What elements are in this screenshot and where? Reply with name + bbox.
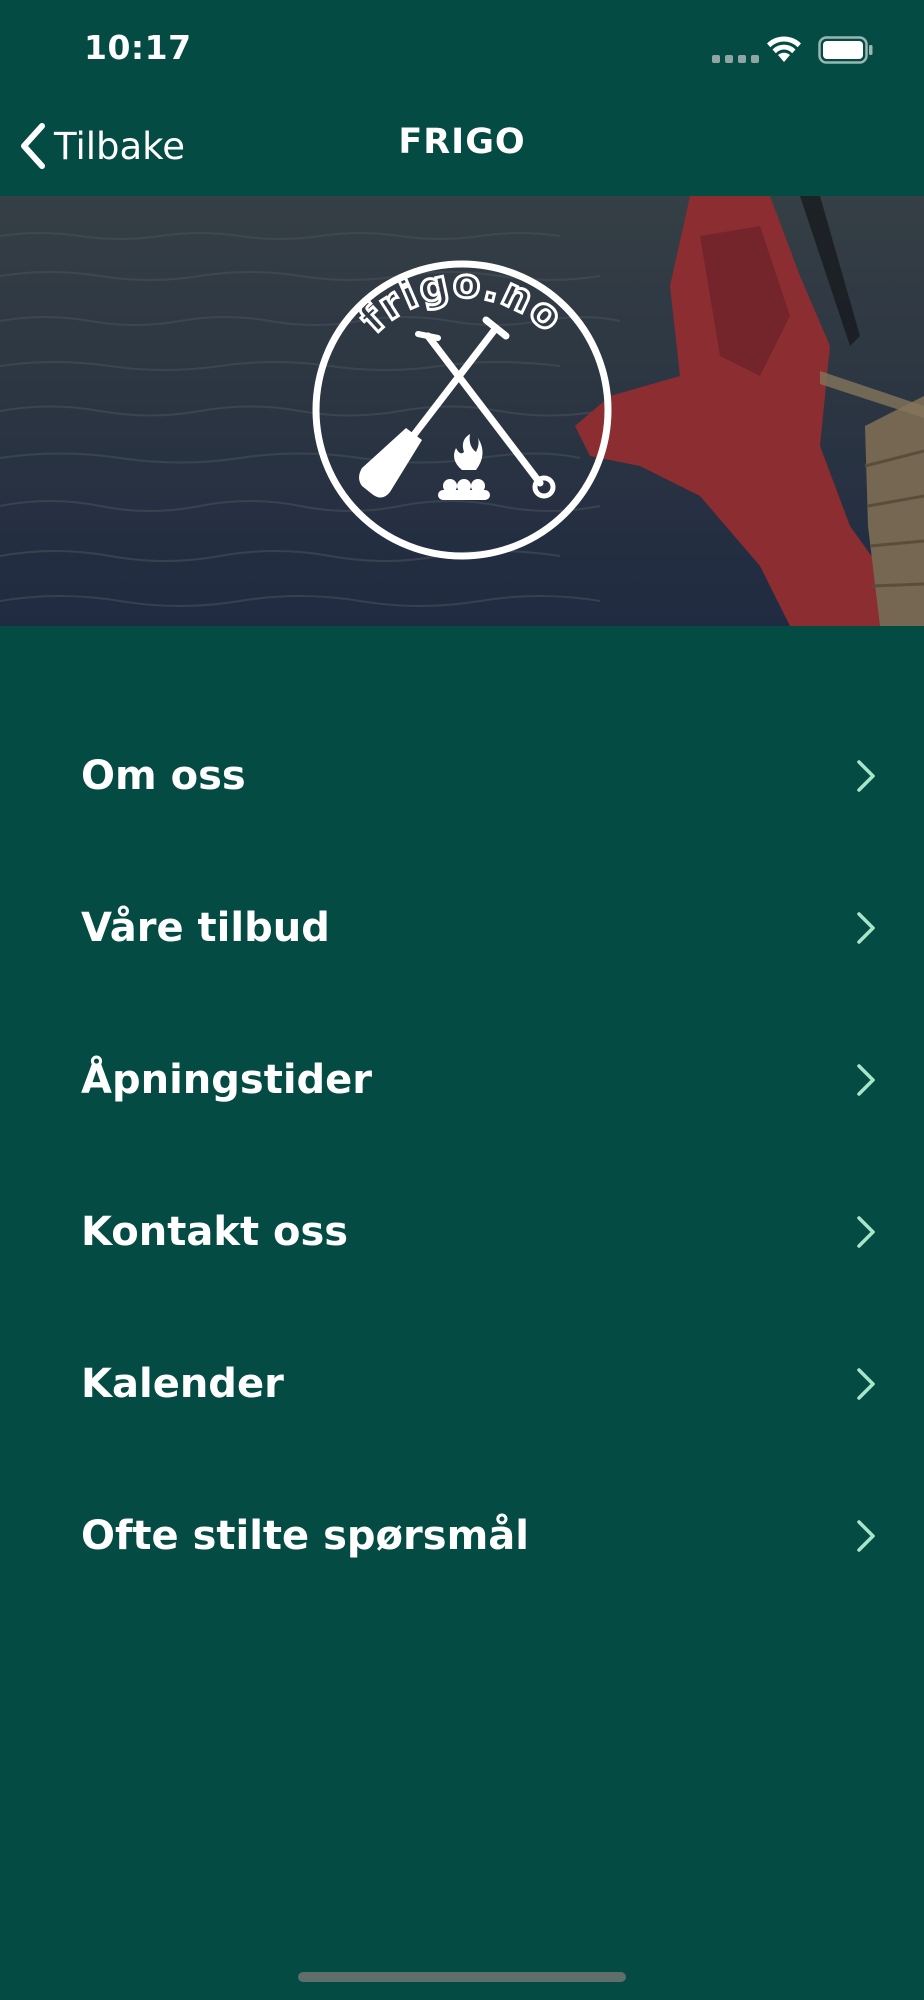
home-indicator[interactable] [298,1972,626,1982]
status-time: 10:17 [84,28,192,67]
menu-item-kontakt-oss[interactable]: Kontakt oss [0,1156,924,1308]
menu-item-vare-tilbud[interactable]: Våre tilbud [0,852,924,1004]
menu-item-label: Kalender [81,1361,284,1407]
svg-text:frigo.no: frigo.no [351,261,572,342]
frigo-logo: frigo.no [312,259,612,560]
menu-item-faq[interactable]: Ofte stilte spørsmål [0,1460,924,1612]
chevron-right-icon [857,1064,875,1096]
menu-item-label: Om oss [81,753,246,799]
menu-item-kalender[interactable]: Kalender [0,1308,924,1460]
chevron-right-icon [857,760,875,792]
menu-item-apningstider[interactable]: Åpningstider [0,1004,924,1156]
cellular-signal-icon [712,55,759,63]
menu-item-label: Ofte stilte spørsmål [81,1513,529,1559]
menu-item-label: Kontakt oss [81,1209,349,1255]
menu-item-label: Våre tilbud [81,905,330,951]
status-bar: 10:17 [0,0,924,100]
screen: 10:17 Tilbake FRIGO frigo.no Om oss Våre… [0,0,924,2000]
chevron-right-icon [857,1368,875,1400]
menu-item-label: Åpningstider [81,1057,373,1103]
navigation-bar: Tilbake FRIGO [0,100,924,196]
wifi-icon [767,36,801,62]
menu-item-om-oss[interactable]: Om oss [0,700,924,852]
chevron-right-icon [857,1520,875,1552]
hero-banner: frigo.no [0,196,924,626]
chevron-right-icon [857,912,875,944]
logo-wordmark: frigo.no [349,259,571,343]
page-title: FRIGO [398,122,526,162]
chevron-right-icon [857,1216,875,1248]
menu-list: Om oss Våre tilbud Åpningstider Kontakt … [0,700,924,1612]
battery-icon [818,36,873,64]
